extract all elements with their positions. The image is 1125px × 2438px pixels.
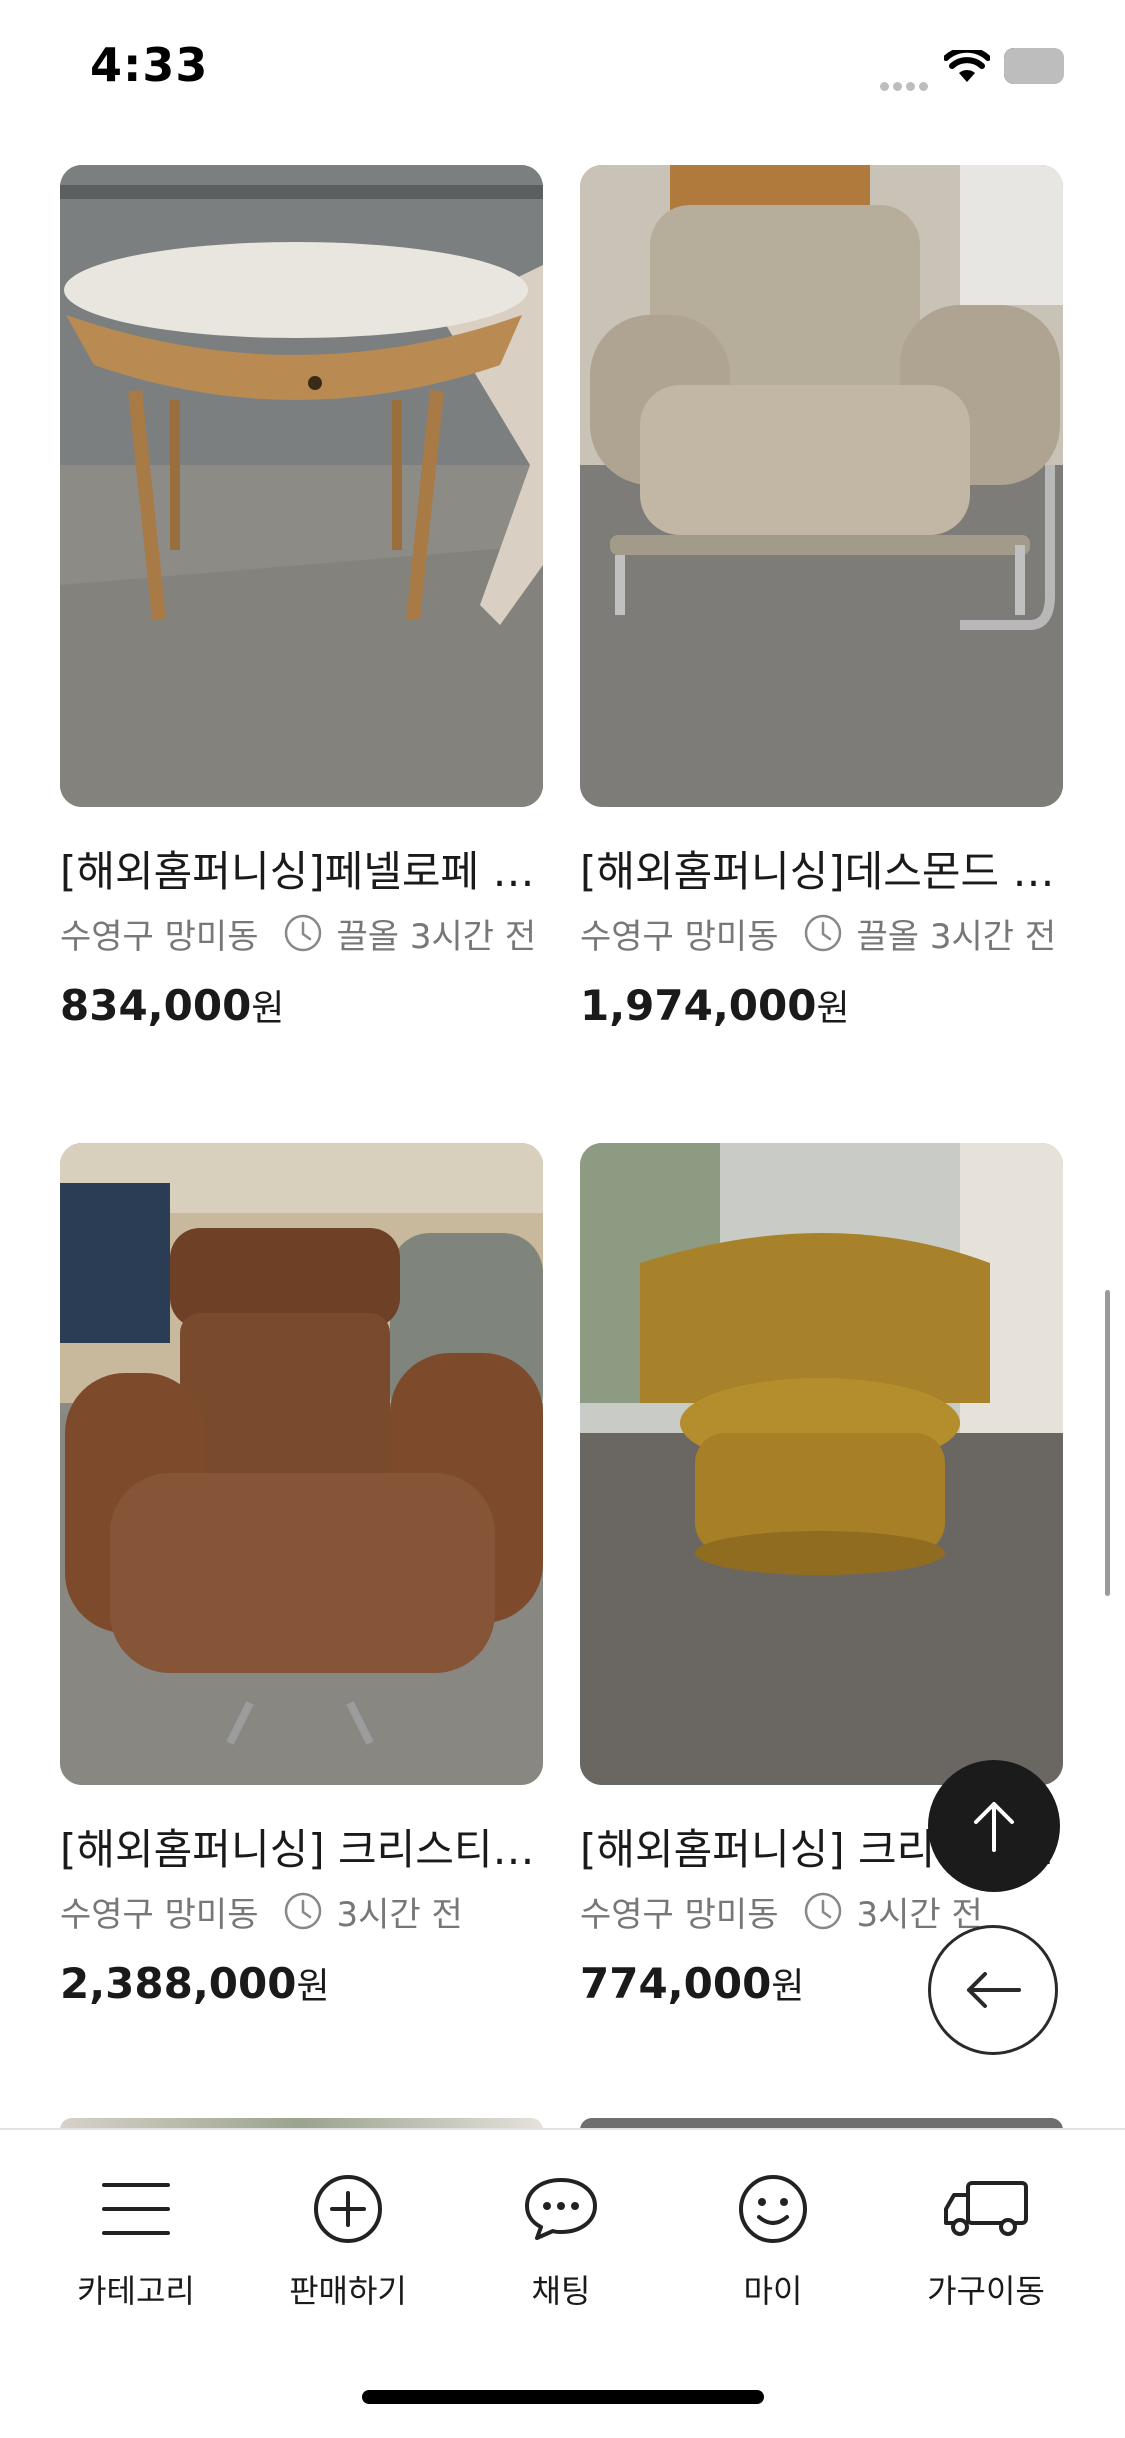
product-meta: 수영구 망미동 끌올 3시간 전 [60,909,543,957]
status-time: 4:33 [90,38,209,92]
product-card[interactable]: [해외홈퍼니싱]데스몬드 라운지 체어 수영구 망미동 끌올 3시간 전 1,9… [580,165,1063,1031]
status-bar: 4:33 39 [0,0,1125,140]
product-location: 수영구 망미동 [580,916,779,957]
arrow-up-icon [974,1802,1014,1852]
nav-item-my[interactable]: 마이 [673,2164,873,2312]
product-image-round-console-table[interactable] [60,165,543,807]
arrow-left-icon [967,1972,1021,2008]
price-value: 834,000 [60,981,252,1030]
product-title[interactable]: [해외홈퍼니싱]페넬로페 원형 콘솔 [60,845,543,899]
nav-label: 판매하기 [289,2272,407,2310]
product-time: 끌올 3시간 전 [336,916,537,957]
clock-icon [284,1892,321,1930]
nav-label: 가구이동 [927,2272,1045,2310]
nav-item-sell[interactable]: 판매하기 [248,2164,448,2312]
price-value: 774,000 [580,1959,772,2008]
product-meta: 수영구 망미동 3시간 전 [60,1887,543,1935]
product-price: 834,000원 [60,979,543,1031]
product-location: 수영구 망미동 [60,1894,259,1935]
product-card[interactable]: [해외홈퍼니싱]페넬로페 원형 콘솔 수영구 망미동 끌올 3시간 전 834,… [60,165,543,1031]
price-currency: 원 [251,988,285,1029]
product-card[interactable]: [해외홈퍼니싱] 크리스티안 라운지 체어 수영구 망미동 3시간 전 2,38… [60,1143,543,2009]
product-location: 수영구 망미동 [60,916,259,957]
nav-item-chat[interactable]: 채팅 [461,2164,661,2312]
price-currency: 원 [296,1966,330,2007]
truck-icon [944,2181,1028,2236]
menu-icon [102,2183,170,2235]
chat-bubble-icon [525,2178,597,2240]
nav-label: 카테고리 [77,2272,195,2310]
smiley-icon [739,2175,807,2243]
signal-dots-icon [880,76,932,95]
product-time: 3시간 전 [336,1894,463,1935]
product-title[interactable]: [해외홈퍼니싱]데스몬드 라운지 체어 [580,845,1063,899]
nav-item-category[interactable]: 카테고리 [36,2164,236,2312]
clock-icon [804,914,841,952]
product-meta: 수영구 망미동 끌올 3시간 전 [580,909,1063,957]
back-button[interactable] [928,1925,1058,2055]
product-image-brown-leather-recliner[interactable] [60,1143,543,1785]
clock-icon [284,914,321,952]
clock-icon [804,1892,841,1930]
product-image-mustard-swivel-chair[interactable] [580,1143,1063,1785]
product-price: 2,388,000원 [60,1957,543,2009]
price-currency: 원 [816,988,850,1029]
nav-item-furniture-move[interactable]: 가구이동 [886,2164,1086,2312]
wifi-icon [944,50,990,82]
price-currency: 원 [771,1966,805,2007]
nav-label: 채팅 [531,2272,591,2310]
price-value: 1,974,000 [580,981,817,1030]
plus-circle-icon [314,2175,382,2243]
product-location: 수영구 망미동 [580,1894,779,1935]
product-image-beige-lounge-chair[interactable] [580,165,1063,807]
product-time: 3시간 전 [856,1894,983,1935]
battery-nub [1004,48,1064,84]
scroll-indicator[interactable] [1105,1290,1110,1596]
product-title[interactable]: [해외홈퍼니싱] 크리스티안 라운지 체어 [60,1823,543,1877]
home-indicator[interactable] [362,2390,764,2404]
product-time: 끌올 3시간 전 [856,916,1057,957]
product-price: 1,974,000원 [580,979,1063,1031]
scroll-to-top-button[interactable] [928,1760,1060,1892]
price-value: 2,388,000 [60,1959,297,2008]
nav-label: 마이 [743,2272,803,2310]
